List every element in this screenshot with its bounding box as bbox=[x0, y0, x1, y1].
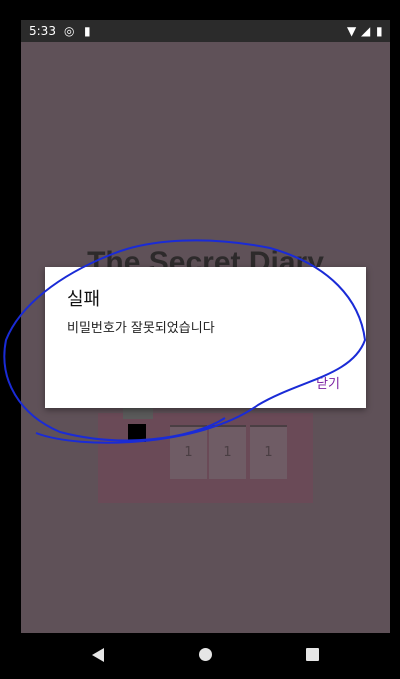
sd-card-icon: ▮ bbox=[84, 24, 91, 38]
signal-icon: ◢ bbox=[361, 24, 371, 38]
wifi-icon: ▼ bbox=[347, 24, 357, 38]
alert-dialog: 실패 비밀번호가 잘못되었습니다 닫기 bbox=[45, 267, 366, 408]
dialog-title: 실패 bbox=[67, 289, 101, 310]
number-wheel-2[interactable]: 1 bbox=[209, 425, 246, 479]
number-wheel-1[interactable]: 1 bbox=[170, 425, 207, 479]
home-icon[interactable] bbox=[199, 648, 212, 661]
close-button[interactable]: 닫기 bbox=[316, 373, 340, 392]
recents-icon[interactable] bbox=[306, 648, 319, 661]
dialog-message: 비밀번호가 잘못되었습니다 bbox=[67, 321, 215, 336]
navigation-bar bbox=[0, 633, 400, 679]
password-button[interactable] bbox=[128, 424, 146, 442]
password-panel: 1 1 1 bbox=[98, 407, 313, 503]
status-bar: 5:33 ◎ ▮ ▼ ◢ ▮ bbox=[21, 20, 390, 42]
right-bezel bbox=[390, 0, 400, 679]
number-wheel-3[interactable]: 1 bbox=[250, 425, 287, 479]
battery-icon: ▮ bbox=[376, 24, 383, 38]
password-chip bbox=[123, 407, 153, 419]
status-time: 5:33 bbox=[29, 24, 56, 38]
left-bezel bbox=[0, 0, 21, 679]
back-icon[interactable] bbox=[92, 648, 104, 662]
data-saver-icon: ◎ bbox=[64, 24, 75, 38]
